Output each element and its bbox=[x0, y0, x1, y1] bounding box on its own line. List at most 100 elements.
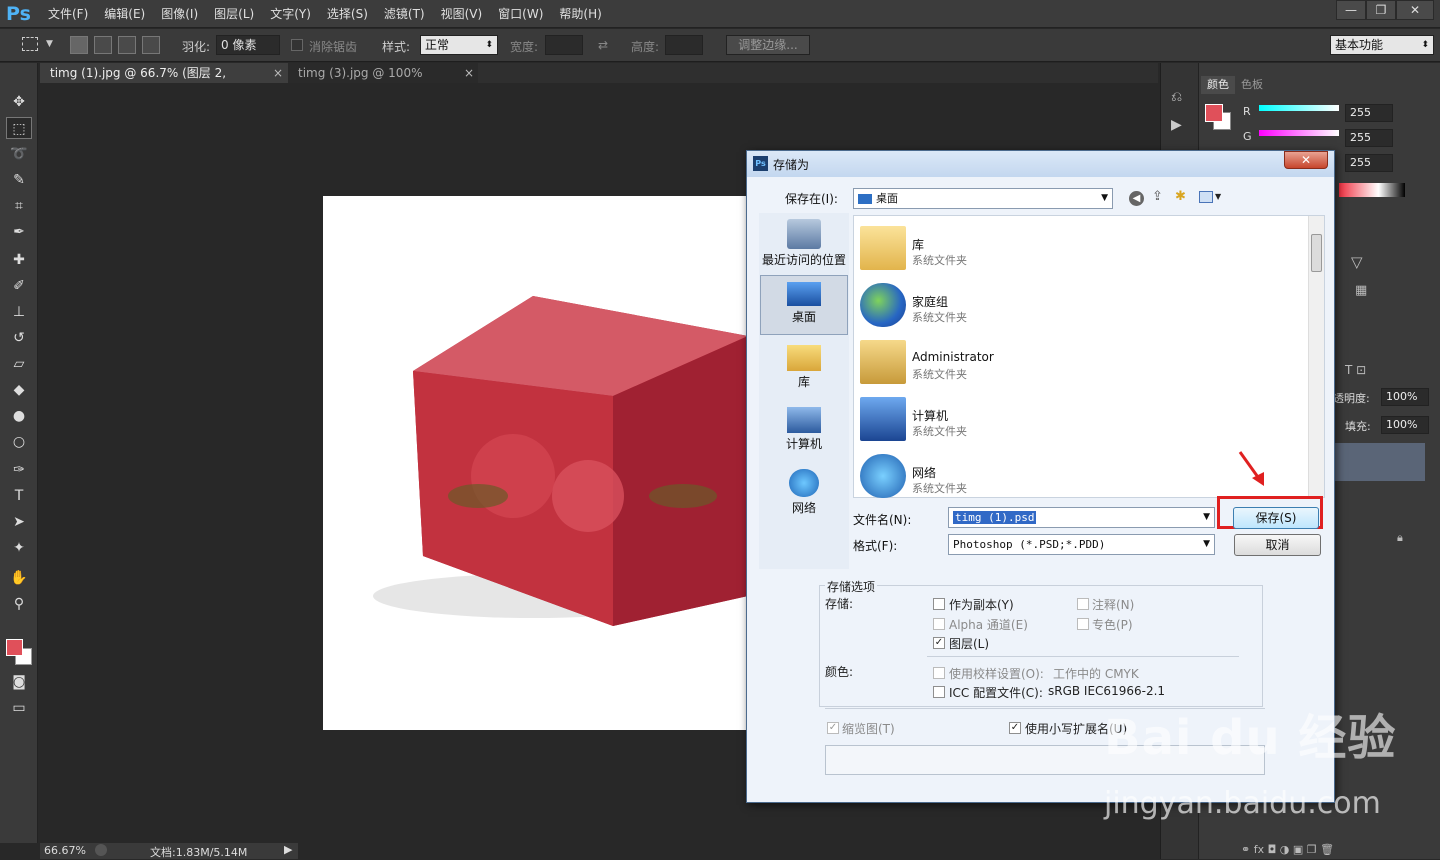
g-value[interactable]: 255 bbox=[1345, 129, 1393, 147]
tab-document-2[interactable]: timg (3).jpg @ 100%(RGB/8#) bbox=[288, 63, 478, 100]
foreground-color-swatch[interactable] bbox=[6, 639, 23, 656]
r-value[interactable]: 255 bbox=[1345, 104, 1393, 122]
chevron-down-icon[interactable]: ▼ bbox=[1215, 192, 1221, 201]
menu-item-4[interactable]: 文字(Y) bbox=[262, 0, 319, 28]
lasso-tool-icon[interactable]: ➰ bbox=[6, 143, 32, 165]
grid-icon[interactable]: ▦ bbox=[1355, 283, 1367, 298]
add-selection-icon[interactable] bbox=[94, 36, 112, 54]
tab-document-1[interactable]: timg (1).jpg @ 66.7% (图层 2, RGB/8#) * bbox=[40, 63, 288, 100]
refine-edge-button[interactable]: 调整边缘... bbox=[726, 35, 810, 55]
type-tool-icon[interactable]: T bbox=[6, 485, 32, 507]
quick-mask-icon[interactable]: ◙ bbox=[6, 671, 32, 693]
healing-tool-icon[interactable]: ✚ bbox=[6, 249, 32, 271]
stamp-tool-icon[interactable]: ⊥ bbox=[6, 301, 32, 323]
minimize-button[interactable]: — bbox=[1336, 0, 1366, 20]
chevron-down-icon[interactable]: ▼ bbox=[46, 39, 53, 49]
list-item[interactable]: Administrator 系统文件夹 bbox=[860, 334, 1300, 389]
pen-tool-icon[interactable]: ✑ bbox=[6, 459, 32, 481]
restore-button[interactable]: ❐ bbox=[1366, 0, 1396, 20]
style-select[interactable]: 正常 ⬍ bbox=[420, 35, 498, 55]
as-copy-checkbox[interactable] bbox=[933, 598, 945, 610]
scrollbar[interactable] bbox=[1308, 216, 1324, 497]
fg-color-chip[interactable] bbox=[1205, 104, 1223, 122]
scrollbar-thumb[interactable] bbox=[1311, 234, 1322, 272]
place-network[interactable]: 网络 bbox=[760, 469, 848, 516]
paint-bucket-icon[interactable]: ◆ bbox=[6, 379, 32, 401]
layers-checkbox[interactable]: ✓ bbox=[933, 637, 945, 649]
eraser-tool-icon[interactable]: ▱ bbox=[6, 353, 32, 375]
antialias-checkbox[interactable] bbox=[291, 39, 303, 51]
menu-item-3[interactable]: 图层(L) bbox=[206, 0, 262, 28]
format-select[interactable]: Photoshop (*.PSD;*.PDD) ▼ bbox=[948, 534, 1215, 555]
notes-checkbox[interactable] bbox=[1077, 598, 1089, 610]
menu-item-8[interactable]: 窗口(W) bbox=[490, 0, 551, 28]
play-icon[interactable]: ▶ bbox=[1171, 117, 1182, 133]
menu-item-6[interactable]: 滤镜(T) bbox=[376, 0, 433, 28]
menu-item-7[interactable]: 视图(V) bbox=[433, 0, 491, 28]
feather-input[interactable]: 0 像素 bbox=[216, 35, 280, 55]
menu-item-5[interactable]: 选择(S) bbox=[319, 0, 376, 28]
shape-tool-icon[interactable]: ✦ bbox=[6, 537, 32, 559]
history-brush-icon[interactable]: ↺ bbox=[6, 327, 32, 349]
hand-tool-icon[interactable]: ✋ bbox=[6, 567, 32, 589]
list-item[interactable]: 家庭组 系统文件夹 bbox=[860, 277, 1300, 332]
icc-checkbox[interactable] bbox=[933, 686, 945, 698]
r-slider[interactable] bbox=[1259, 105, 1339, 111]
save-button[interactable]: 保存(S) bbox=[1233, 507, 1319, 529]
screen-mode-icon[interactable]: ▭ bbox=[6, 697, 32, 719]
blur-tool-icon[interactable]: ● bbox=[6, 405, 32, 427]
marquee-tool-icon[interactable]: ⬚ bbox=[6, 117, 32, 139]
place-computer[interactable]: 计算机 bbox=[760, 407, 848, 452]
layer-filter-icons[interactable]: T ⊡ bbox=[1345, 363, 1366, 377]
status-arrow-icon[interactable]: ▶ bbox=[284, 843, 292, 856]
status-icon[interactable] bbox=[95, 844, 107, 856]
place-desktop[interactable]: 桌面 bbox=[760, 275, 848, 335]
opacity-value[interactable]: 100% bbox=[1381, 388, 1429, 406]
height-input[interactable] bbox=[665, 35, 703, 55]
tab-close-icon[interactable]: × bbox=[464, 66, 474, 80]
brush-tool-icon[interactable]: ✐ bbox=[6, 275, 32, 297]
zoom-tool-icon[interactable]: ⚲ bbox=[6, 593, 32, 615]
place-recent[interactable]: 最近访问的位置 bbox=[760, 219, 848, 268]
cancel-button[interactable]: 取消 bbox=[1234, 534, 1321, 556]
alpha-checkbox[interactable] bbox=[933, 618, 945, 630]
list-item[interactable]: 计算机 系统文件夹 bbox=[860, 391, 1300, 446]
tab-color[interactable]: 颜色 bbox=[1201, 76, 1235, 94]
menu-item-9[interactable]: 帮助(H) bbox=[551, 0, 609, 28]
fill-value[interactable]: 100% bbox=[1381, 416, 1429, 434]
quick-select-tool-icon[interactable]: ✎ bbox=[6, 169, 32, 191]
workspace-select[interactable]: 基本功能 ⬍ bbox=[1330, 35, 1434, 55]
spot-checkbox[interactable] bbox=[1077, 618, 1089, 630]
close-button[interactable]: ✕ bbox=[1396, 0, 1434, 20]
save-in-select[interactable]: 桌面 ▼ bbox=[853, 188, 1113, 209]
layer-actions-icons[interactable]: ⚭ fx ◘ ◑ ▣ ❐ 🗑︎ bbox=[1241, 843, 1334, 856]
eyedropper-tool-icon[interactable]: ✒ bbox=[6, 221, 32, 243]
new-selection-icon[interactable] bbox=[70, 36, 88, 54]
lowercase-ext-checkbox[interactable]: ✓ bbox=[1009, 722, 1021, 734]
subtract-selection-icon[interactable] bbox=[118, 36, 136, 54]
dialog-close-button[interactable]: ✕ bbox=[1284, 151, 1328, 169]
color-ramp[interactable] bbox=[1339, 183, 1405, 197]
up-folder-icon[interactable]: ⇪ bbox=[1152, 189, 1163, 204]
adjust-triangle-icon[interactable]: ▽ bbox=[1351, 253, 1363, 271]
history-icon[interactable]: ⎌ bbox=[1171, 89, 1182, 105]
proof-checkbox[interactable] bbox=[933, 667, 945, 679]
tab-close-icon[interactable]: × bbox=[273, 66, 283, 80]
width-input[interactable] bbox=[545, 35, 583, 55]
crop-tool-icon[interactable]: ⌗ bbox=[6, 195, 32, 217]
menu-item-1[interactable]: 编辑(E) bbox=[96, 0, 153, 28]
dodge-tool-icon[interactable]: ○ bbox=[6, 431, 32, 453]
filename-input[interactable]: timg (1).psd ▼ bbox=[948, 507, 1215, 528]
b-value[interactable]: 255 bbox=[1345, 154, 1393, 172]
view-menu-icon[interactable] bbox=[1199, 191, 1213, 203]
menu-item-0[interactable]: 文件(F) bbox=[40, 0, 96, 28]
tab-swatches[interactable]: 色板 bbox=[1235, 76, 1269, 94]
marquee-icon[interactable] bbox=[22, 37, 38, 51]
thumbnail-checkbox[interactable]: ✓ bbox=[827, 722, 839, 734]
menu-item-2[interactable]: 图像(I) bbox=[153, 0, 206, 28]
intersect-selection-icon[interactable] bbox=[142, 36, 160, 54]
swap-icon[interactable]: ⇄ bbox=[598, 38, 608, 52]
layer-row-selected[interactable] bbox=[1335, 443, 1425, 481]
back-icon[interactable]: ◀ bbox=[1129, 191, 1144, 206]
new-folder-icon[interactable]: ✱ bbox=[1175, 189, 1186, 204]
